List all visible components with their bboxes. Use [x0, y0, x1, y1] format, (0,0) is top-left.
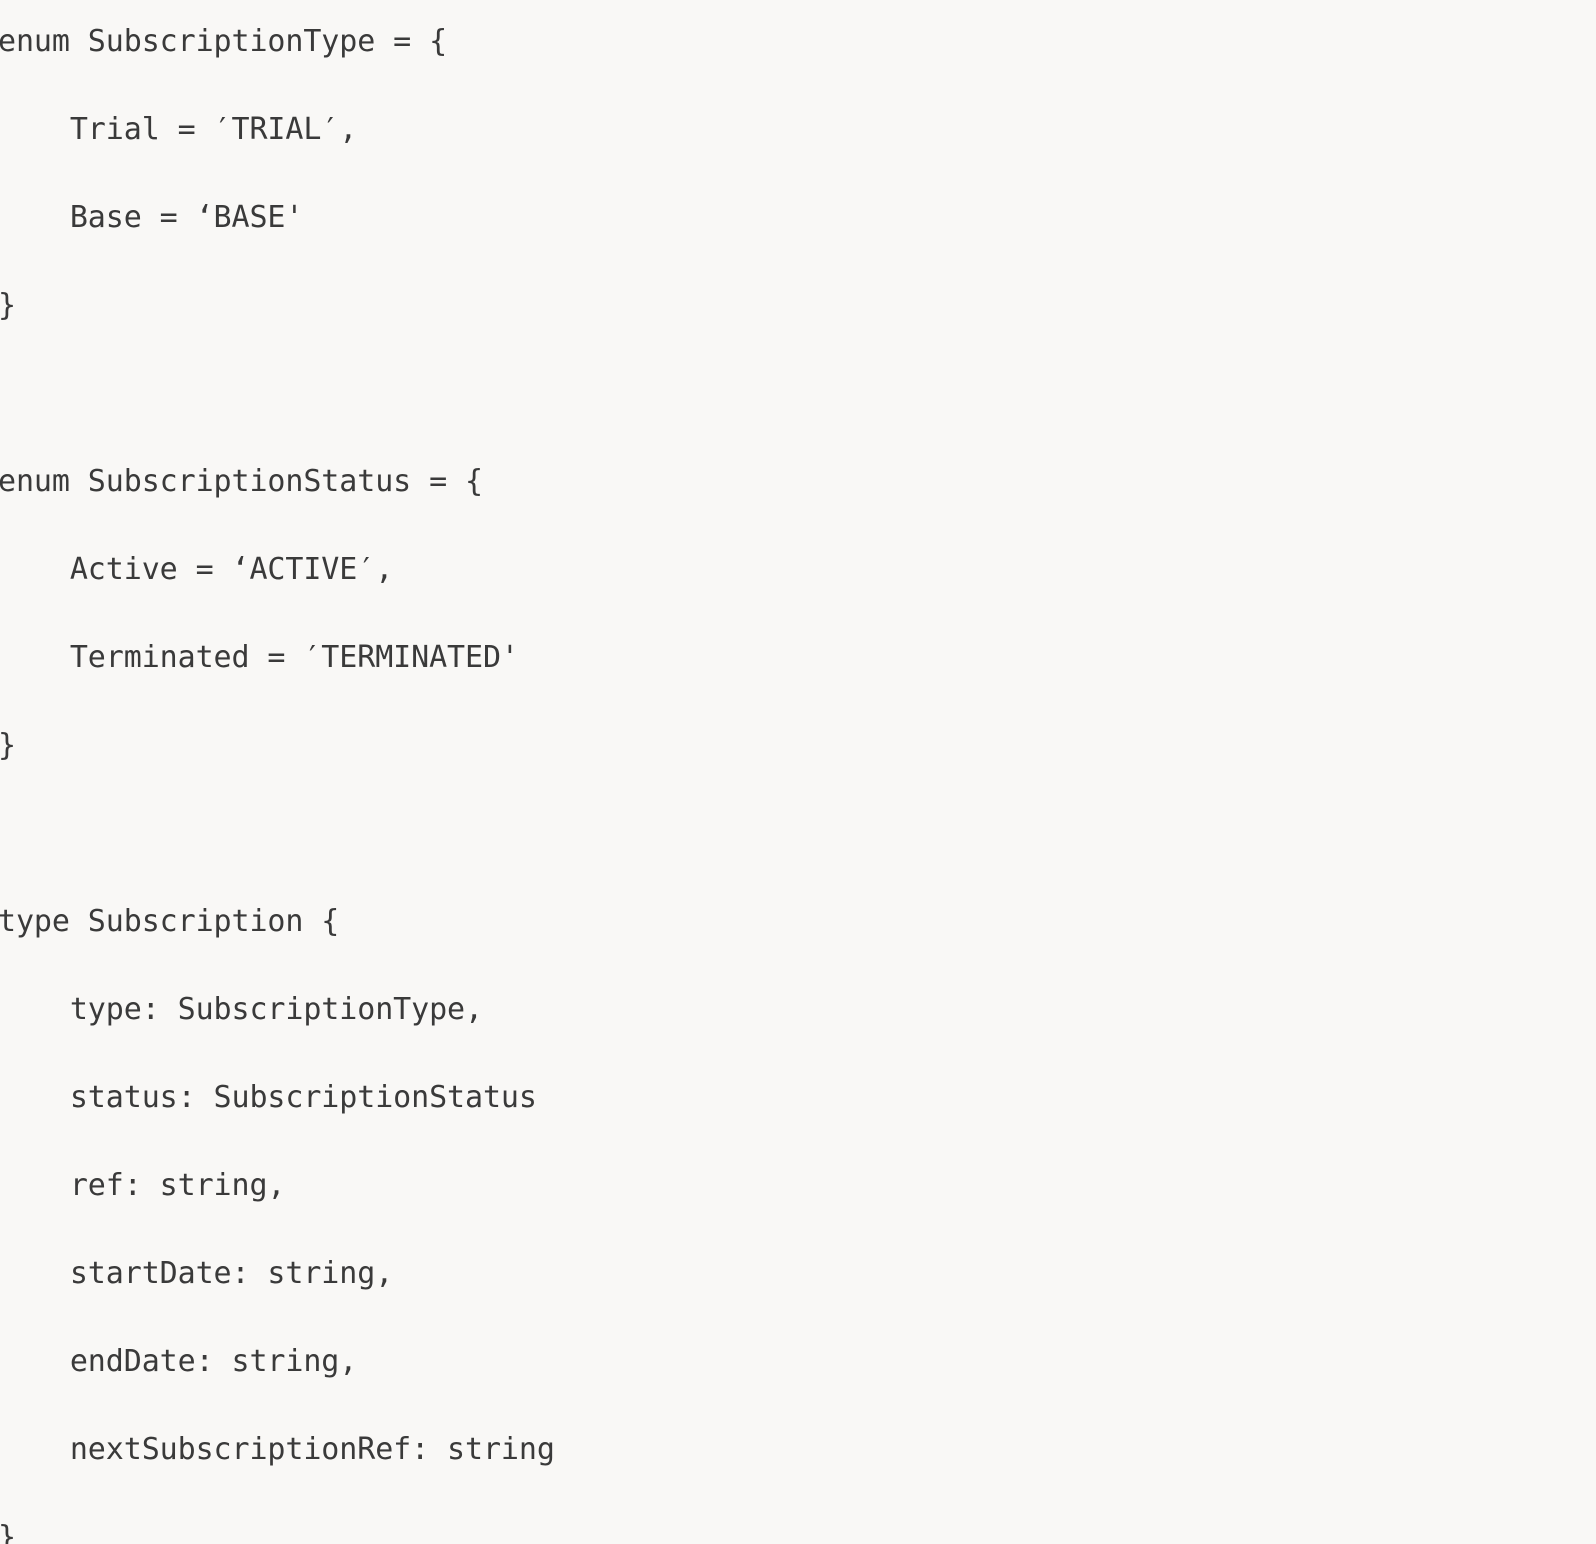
- code-line: enum SubscriptionStatus = {: [0, 464, 483, 499]
- code-line: startDate: string,: [0, 1256, 394, 1291]
- code-line: }: [0, 1516, 555, 1544]
- code-line: type Subscription {: [0, 904, 340, 939]
- code-line: Terminated = ′TERMINATED': [0, 640, 519, 675]
- code-line: type: SubscriptionType,: [0, 992, 483, 1027]
- code-line: }: [0, 284, 555, 328]
- code-line: status: SubscriptionStatus: [0, 1080, 537, 1115]
- code-line: ref: string,: [0, 1168, 286, 1203]
- code-line: Active = ‘ACTIVE′,: [0, 552, 394, 587]
- code-line: nextSubscriptionRef: string: [0, 1432, 555, 1467]
- code-line: enum SubscriptionType = {: [0, 24, 448, 59]
- code-listing: enum SubscriptionType = { Trial = ′TRIAL…: [0, 0, 1596, 1544]
- code-line: Base = ‘BASE': [0, 200, 304, 235]
- code-line: endDate: string,: [0, 1344, 358, 1379]
- code-line: Trial = ′TRIAL′,: [0, 112, 358, 147]
- code-block: enum SubscriptionType = { Trial = ′TRIAL…: [0, 20, 555, 1544]
- code-line: }: [0, 724, 555, 768]
